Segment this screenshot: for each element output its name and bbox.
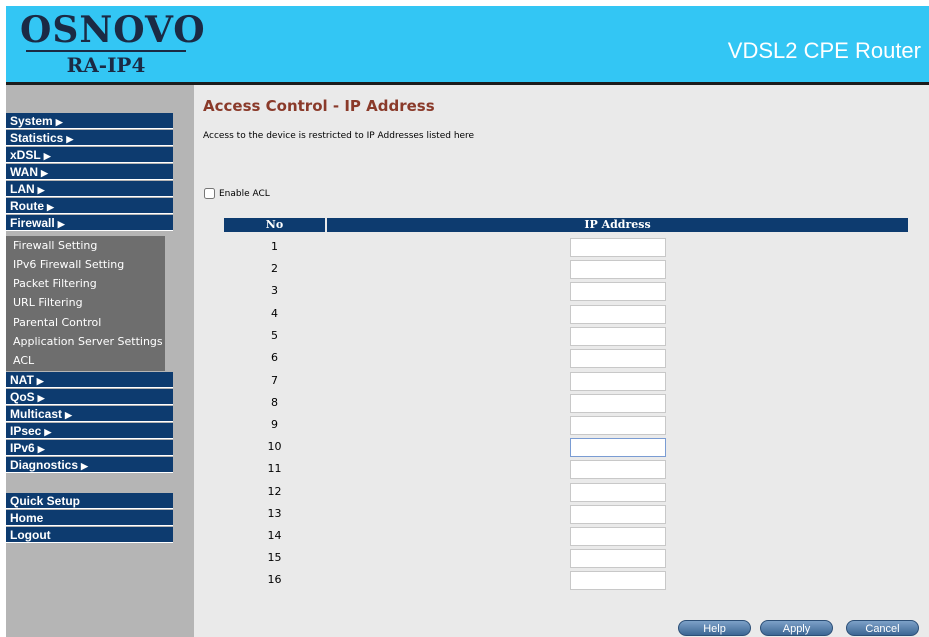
submenu-parental-control[interactable]: Parental Control [13,316,101,330]
row-number: 13 [267,507,282,520]
row-number: 10 [267,440,282,453]
page-title: Access Control - IP Address [203,97,435,115]
ip-address-input[interactable] [570,349,666,368]
menu-ipsec[interactable]: IPsec ▶ [6,423,173,439]
menu-multicast[interactable]: Multicast ▶ [6,406,173,422]
arrow-right-icon: ▶ [55,117,63,127]
ip-address-input[interactable] [570,460,666,479]
ip-address-input[interactable] [570,260,666,279]
ip-address-input[interactable] [570,438,666,457]
menu-wan[interactable]: WAN ▶ [6,164,173,180]
menu-system[interactable]: System ▶ [6,113,173,129]
ip-address-input[interactable] [570,372,666,391]
menu-quick-setup[interactable]: Quick Setup [6,493,173,509]
arrow-right-icon: ▶ [41,168,48,178]
help-button[interactable]: Help [678,620,751,636]
menu-label: System [10,114,53,128]
row-number: 16 [267,573,282,586]
arrow-right-icon: ▶ [81,461,88,471]
menu-statistics[interactable]: Statistics ▶ [6,130,173,146]
arrow-right-icon: ▶ [37,185,45,195]
menu-label: IPsec [10,424,42,438]
menu-label: Firewall [10,216,55,230]
ip-address-input[interactable] [570,282,666,301]
firewall-submenu: Firewall Setting IPv6 Firewall Setting P… [6,236,165,371]
page-description: Access to the device is restricted to IP… [203,131,475,141]
row-number: 9 [271,418,278,431]
menu-home[interactable]: Home [6,510,173,526]
ip-address-input[interactable] [570,571,666,590]
menu-label: QoS [10,390,35,404]
column-header-ip-address: IP Address [327,218,908,232]
arrow-right-icon: ▶ [37,393,45,403]
row-number: 4 [271,307,278,320]
cancel-button[interactable]: Cancel [846,620,919,636]
menu-firewall[interactable]: Firewall ▶ [6,215,173,231]
ip-address-input[interactable] [570,394,666,413]
arrow-right-icon: ▶ [66,134,74,144]
submenu-acl[interactable]: ACL [13,354,34,368]
menu-label: Statistics [10,131,64,145]
arrow-right-icon: ▶ [65,410,72,420]
submenu-ipv6-firewall-setting[interactable]: IPv6 Firewall Setting [13,258,124,272]
menu-label: Multicast [10,407,63,421]
row-number: 11 [267,462,282,475]
menu-label: IPv6 [10,441,35,455]
row-number: 15 [267,551,282,564]
menu-diagnostics[interactable]: Diagnostics ▶ [6,457,173,473]
ip-address-input[interactable] [570,327,666,346]
menu-qos[interactable]: QoS ▶ [6,389,173,405]
submenu-application-server-settings[interactable]: Application Server Settings [13,335,163,349]
ip-address-input[interactable] [570,483,666,502]
arrow-right-icon: ▶ [36,376,44,386]
row-number: 3 [271,284,278,297]
menu-label: WAN [10,165,38,179]
enable-acl-label: Enable ACL [219,189,270,199]
column-header-no: No [224,218,325,232]
header-banner: OSNOVO RA-IP4 VDSL2 CPE Router [6,6,929,82]
menu-label: Route [10,199,44,213]
sidebar: System ▶ Statistics ▶ xDSL ▶ WAN ▶ LAN ▶ Rout… [6,85,194,637]
apply-button[interactable]: Apply [760,620,833,636]
menu-nat[interactable]: NAT ▶ [6,372,173,388]
row-number: 14 [267,529,282,542]
menu-logout[interactable]: Logout [6,527,173,543]
enable-acl-checkbox[interactable] [204,188,215,199]
brand-name: OSNOVO [20,9,206,51]
ip-address-input[interactable] [570,416,666,435]
ip-address-input[interactable] [570,505,666,524]
model-name: RA-IP4 [66,53,146,77]
arrow-right-icon: ▶ [37,444,45,454]
row-number: 8 [271,396,278,409]
row-number: 5 [271,329,278,342]
row-number: 2 [271,262,278,275]
ip-address-input[interactable] [570,238,666,257]
row-number: 7 [271,374,278,387]
menu-label: NAT [10,373,34,387]
menu-xdsl[interactable]: xDSL ▶ [6,147,173,163]
arrow-right-icon: ▶ [43,151,51,161]
arrow-right-icon: ▶ [57,219,65,229]
ip-address-input[interactable] [570,549,666,568]
arrow-right-icon: ▶ [44,427,52,437]
menu-label: Diagnostics [10,458,79,472]
arrow-right-icon: ▶ [47,202,54,212]
ip-address-input[interactable] [570,527,666,546]
menu-ipv6[interactable]: IPv6 ▶ [6,440,173,456]
submenu-packet-filtering[interactable]: Packet Filtering [13,277,97,291]
main-content: Access Control - IP Address Access to th… [194,85,929,637]
submenu-url-filtering[interactable]: URL Filtering [13,296,83,310]
submenu-firewall-setting[interactable]: Firewall Setting [13,239,97,253]
ip-address-input[interactable] [570,305,666,324]
menu-label: xDSL [10,148,41,162]
brand-logo: OSNOVO RA-IP4 [20,9,206,78]
menu-lan[interactable]: LAN ▶ [6,181,173,197]
row-number: 6 [271,351,278,364]
menu-route[interactable]: Route ▶ [6,198,173,214]
product-title: VDSL2 CPE Router [727,38,921,63]
row-number: 1 [271,240,278,253]
row-number: 12 [267,485,282,498]
menu-label: LAN [10,182,35,196]
